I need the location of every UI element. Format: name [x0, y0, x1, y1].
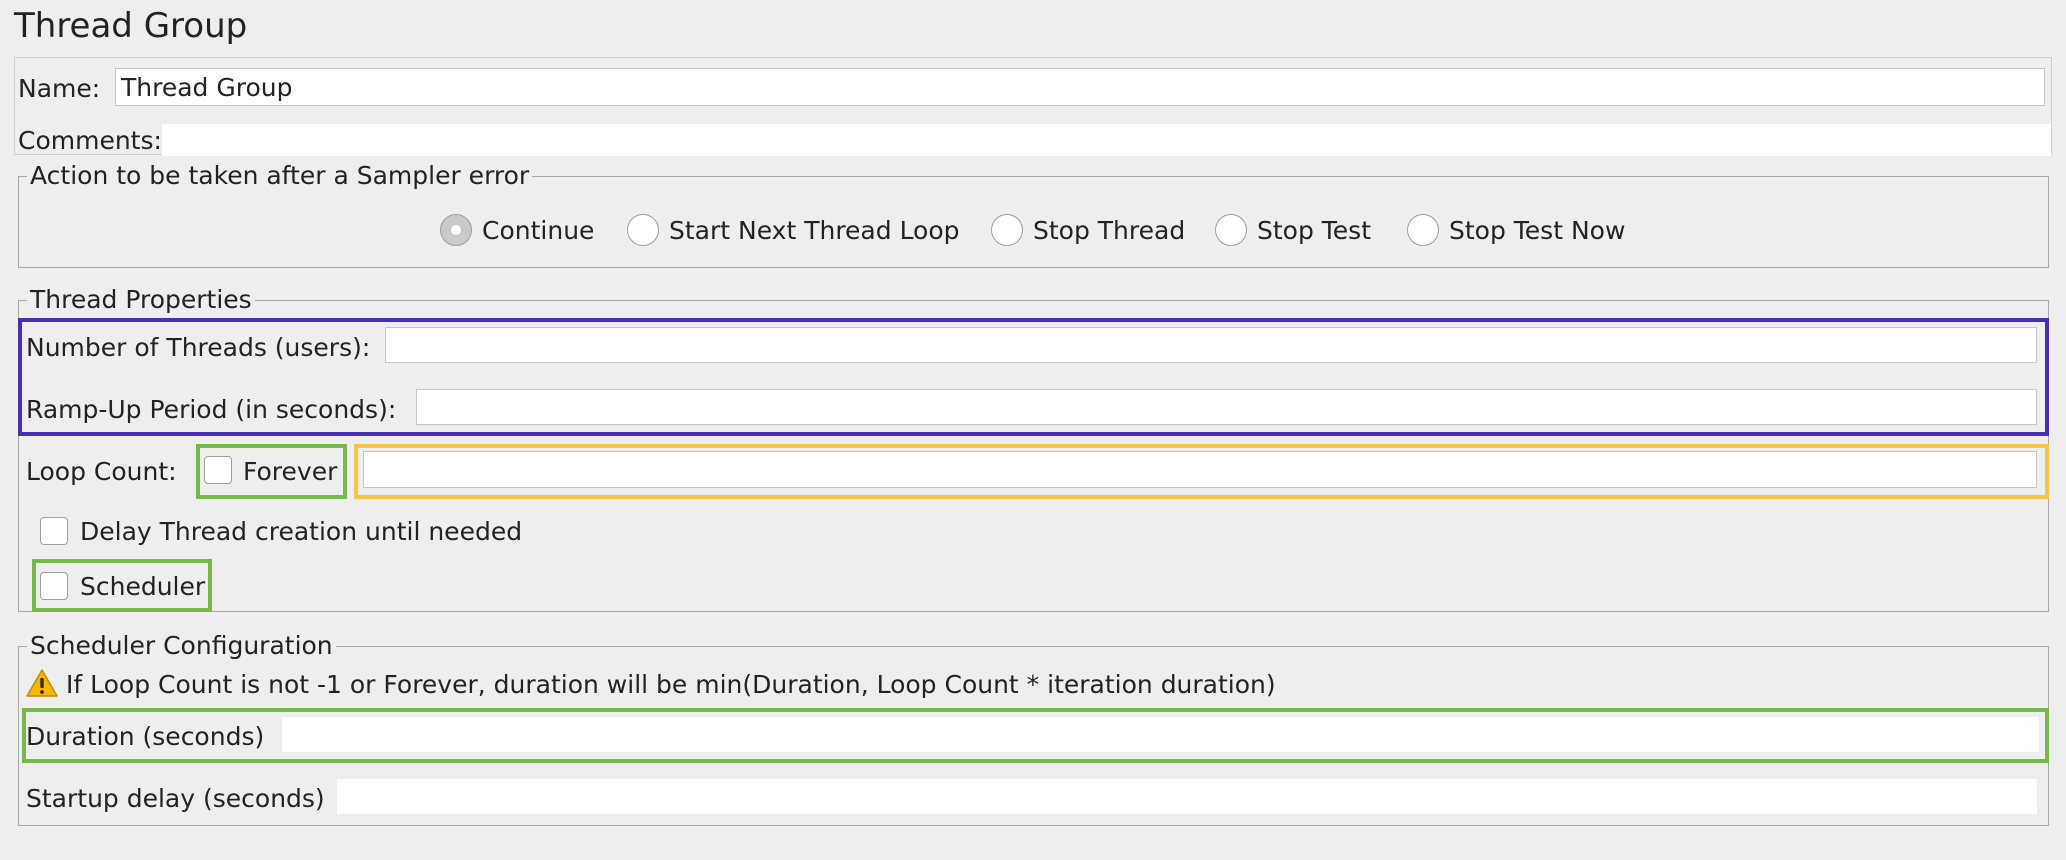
forever-label[interactable]: Forever — [243, 457, 337, 486]
ramp-up-input[interactable] — [416, 389, 2037, 425]
comments-input[interactable] — [162, 124, 2051, 156]
radio-start-next-thread-loop-label[interactable]: Start Next Thread Loop — [669, 216, 960, 245]
sampler-error-legend: Action to be taken after a Sampler error — [30, 161, 530, 190]
radio-continue-label[interactable]: Continue — [482, 216, 594, 245]
loop-count-input[interactable] — [363, 451, 2037, 488]
radio-stop-test[interactable] — [1215, 214, 1247, 246]
num-threads-label: Number of Threads (users): — [26, 333, 371, 362]
sampler-error-group: Action to be taken after a Sampler error — [18, 162, 2049, 268]
page-title: Thread Group — [14, 6, 248, 46]
name-label: Name: — [18, 74, 101, 103]
startup-delay-label: Startup delay (seconds) — [26, 784, 325, 813]
thread-properties-legend: Thread Properties — [30, 285, 252, 314]
radio-continue[interactable] — [440, 214, 472, 246]
radio-stop-thread-label[interactable]: Stop Thread — [1033, 216, 1185, 245]
radio-stop-thread[interactable] — [991, 214, 1023, 246]
radio-stop-test-now-label[interactable]: Stop Test Now — [1449, 216, 1625, 245]
scheduler-config-legend: Scheduler Configuration — [30, 631, 333, 660]
radio-start-next-thread-loop[interactable] — [627, 214, 659, 246]
comments-label: Comments: — [18, 126, 162, 155]
duration-input[interactable] — [282, 717, 2039, 752]
scheduler-label[interactable]: Scheduler — [80, 572, 205, 601]
scheduler-warning-text: If Loop Count is not -1 or Forever, dura… — [66, 670, 1276, 699]
startup-delay-input[interactable] — [337, 779, 2037, 814]
radio-stop-test-now[interactable] — [1407, 214, 1439, 246]
num-threads-input[interactable] — [385, 327, 2037, 363]
forever-checkbox[interactable] — [204, 456, 232, 484]
delay-creation-label[interactable]: Delay Thread creation until needed — [80, 517, 522, 546]
warning-triangle-icon — [26, 669, 58, 697]
duration-label: Duration (seconds) — [26, 722, 265, 751]
delay-creation-checkbox[interactable] — [40, 517, 68, 545]
radio-stop-test-label[interactable]: Stop Test — [1257, 216, 1371, 245]
ramp-up-label: Ramp-Up Period (in seconds): — [26, 395, 397, 424]
loop-count-label: Loop Count: — [26, 457, 177, 486]
name-input[interactable] — [115, 68, 2045, 106]
scheduler-checkbox[interactable] — [40, 572, 68, 600]
